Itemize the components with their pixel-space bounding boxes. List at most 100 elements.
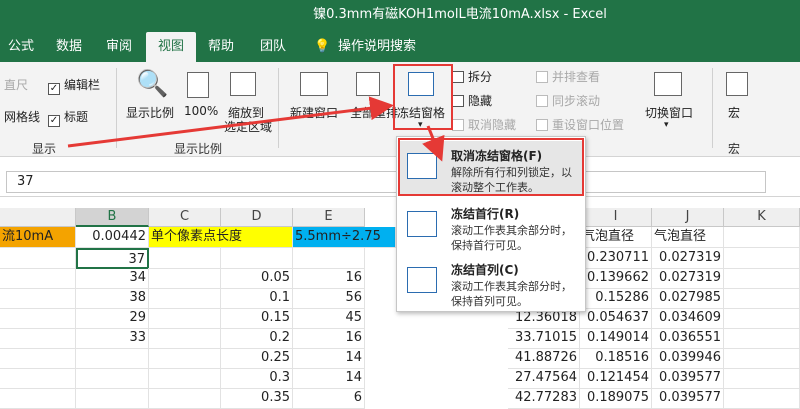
cell-k[interactable] bbox=[724, 268, 800, 289]
cell-b[interactable] bbox=[76, 388, 149, 409]
cell-k[interactable] bbox=[724, 328, 800, 349]
column-header-a[interactable] bbox=[0, 208, 76, 227]
cell-c[interactable] bbox=[149, 328, 221, 349]
cell-j[interactable]: 0.027985 bbox=[652, 288, 724, 309]
ruler-checkbox[interactable]: 直尺 bbox=[4, 76, 28, 93]
cell-k[interactable] bbox=[724, 388, 800, 409]
cell-d[interactable]: 0.3 bbox=[221, 368, 293, 389]
cell-j[interactable]: 0.036551 bbox=[652, 328, 724, 349]
tab-data[interactable]: 数据 bbox=[56, 32, 82, 62]
macros-button[interactable]: 宏 bbox=[728, 104, 740, 121]
tell-me-search[interactable]: 操作说明搜索 bbox=[338, 32, 416, 62]
tab-team[interactable]: 团队 bbox=[260, 32, 286, 62]
cell-d[interactable]: 0.1 bbox=[221, 288, 293, 309]
formula-bar-checkbox[interactable]: ✓ 编辑栏 bbox=[48, 76, 100, 95]
cell-e-label[interactable]: 5.5mm÷2.75 bbox=[293, 227, 396, 248]
cell-i[interactable]: 0.18516 bbox=[580, 348, 652, 369]
cell-i[interactable]: 0.139662 bbox=[580, 268, 652, 289]
freeze-first-column-item[interactable]: 冻结首列(C) 滚动工作表其余部分时，保持首列可见。 bbox=[399, 255, 583, 309]
cell-d[interactable]: 0.2 bbox=[221, 328, 293, 349]
unhide-button[interactable]: 取消隐藏 bbox=[452, 116, 516, 133]
cell-e[interactable]: 56 bbox=[293, 288, 365, 309]
tab-review[interactable]: 审阅 bbox=[106, 32, 132, 62]
freeze-top-row-item[interactable]: 冻结首行(R) 滚动工作表其余部分时，保持首行可见。 bbox=[399, 199, 583, 253]
cell-i[interactable]: 0.15286 bbox=[580, 288, 652, 309]
cell-b-label[interactable]: 0.00442 bbox=[76, 227, 149, 248]
cell-d[interactable]: 0.25 bbox=[221, 348, 293, 369]
cell-h[interactable]: 42.77283 bbox=[508, 388, 580, 409]
cell-b[interactable] bbox=[76, 368, 149, 389]
cell-e[interactable]: 6 bbox=[293, 388, 365, 409]
gridlines-label[interactable]: 网格线 bbox=[4, 108, 40, 125]
split-button[interactable]: 拆分 bbox=[452, 68, 492, 85]
cell-d[interactable]: 0.15 bbox=[221, 308, 293, 329]
cell-e[interactable]: 14 bbox=[293, 348, 365, 369]
cell-b[interactable]: 34 bbox=[76, 268, 149, 289]
cell-j[interactable]: 0.039577 bbox=[652, 368, 724, 389]
cell-k[interactable] bbox=[724, 288, 800, 309]
cell-e[interactable]: 45 bbox=[293, 308, 365, 329]
cell-i[interactable]: 0.054637 bbox=[580, 308, 652, 329]
cell-k[interactable] bbox=[724, 248, 800, 269]
cell-a[interactable] bbox=[0, 348, 76, 369]
formula-input[interactable]: 37 bbox=[6, 171, 766, 193]
cell-e[interactable]: 14 bbox=[293, 368, 365, 389]
cell-j[interactable]: 0.027319 bbox=[652, 268, 724, 289]
cell-h[interactable]: 41.88726 bbox=[508, 348, 580, 369]
cell-j[interactable]: 0.039946 bbox=[652, 348, 724, 369]
cell-d[interactable]: 0.35 bbox=[221, 388, 293, 409]
cell-a[interactable] bbox=[0, 388, 76, 409]
column-header-k[interactable]: K bbox=[724, 208, 800, 227]
column-header-b[interactable]: B bbox=[76, 208, 149, 227]
sync-scroll-button[interactable]: 同步滚动 bbox=[536, 92, 600, 109]
column-header-d[interactable]: D bbox=[221, 208, 293, 227]
switch-windows-button[interactable]: 切换窗口 bbox=[645, 104, 693, 121]
cell-e[interactable] bbox=[293, 248, 365, 269]
headings-checkbox[interactable]: ✓ 标题 bbox=[48, 108, 88, 127]
cell-b[interactable]: 33 bbox=[76, 328, 149, 349]
cell-d[interactable]: 0.05 bbox=[221, 268, 293, 289]
tab-help[interactable]: 帮助 bbox=[208, 32, 234, 62]
arrange-all-button[interactable]: 全部重排 bbox=[350, 104, 398, 121]
zoom-100-button[interactable]: 100% bbox=[184, 104, 218, 118]
hide-button[interactable]: 隐藏 bbox=[452, 92, 492, 109]
cell-k-label[interactable] bbox=[724, 227, 800, 248]
cell-k[interactable] bbox=[724, 348, 800, 369]
cell-c-label[interactable]: 单个像素点长度 bbox=[149, 227, 293, 248]
cell-b[interactable]: 29 bbox=[76, 308, 149, 329]
cell-c[interactable] bbox=[149, 268, 221, 289]
cell-a[interactable] bbox=[0, 268, 76, 289]
column-header-e[interactable]: E bbox=[293, 208, 365, 227]
cell-a[interactable] bbox=[0, 308, 76, 329]
reset-window-button[interactable]: 重设窗口位置 bbox=[536, 116, 624, 133]
cell-i[interactable]: 0.189075 bbox=[580, 388, 652, 409]
cell-c[interactable] bbox=[149, 348, 221, 369]
cell-i[interactable]: 0.149014 bbox=[580, 328, 652, 349]
cell-i[interactable]: 0.121454 bbox=[580, 368, 652, 389]
cell-a[interactable] bbox=[0, 248, 76, 269]
tab-formulas[interactable]: 公式 bbox=[8, 32, 34, 62]
cell-j-label[interactable]: 气泡直径 bbox=[652, 227, 724, 248]
column-header-i[interactable]: I bbox=[580, 208, 652, 227]
cell-c[interactable] bbox=[149, 288, 221, 309]
cell-j[interactable]: 0.034609 bbox=[652, 308, 724, 329]
cell-c[interactable] bbox=[149, 248, 221, 269]
cell-b[interactable]: 38 bbox=[76, 288, 149, 309]
cell-h[interactable]: 27.47564 bbox=[508, 368, 580, 389]
cell-c[interactable] bbox=[149, 368, 221, 389]
column-header-c[interactable]: C bbox=[149, 208, 221, 227]
cell-i[interactable]: 0.230711 bbox=[580, 248, 652, 269]
cell-c[interactable] bbox=[149, 388, 221, 409]
column-header-j[interactable]: J bbox=[652, 208, 724, 227]
cell-k[interactable] bbox=[724, 368, 800, 389]
tab-view[interactable]: 视图 bbox=[146, 32, 196, 62]
cell-e[interactable]: 16 bbox=[293, 328, 365, 349]
cell-a-label[interactable]: 流10mA bbox=[0, 227, 76, 248]
cell-a[interactable] bbox=[0, 328, 76, 349]
zoom-button[interactable]: 显示比例 bbox=[126, 104, 174, 121]
cell-b[interactable] bbox=[76, 348, 149, 369]
cell-e[interactable]: 16 bbox=[293, 268, 365, 289]
cell-b[interactable]: 37 bbox=[76, 248, 149, 269]
cell-j[interactable]: 0.027319 bbox=[652, 248, 724, 269]
cell-k[interactable] bbox=[724, 308, 800, 329]
